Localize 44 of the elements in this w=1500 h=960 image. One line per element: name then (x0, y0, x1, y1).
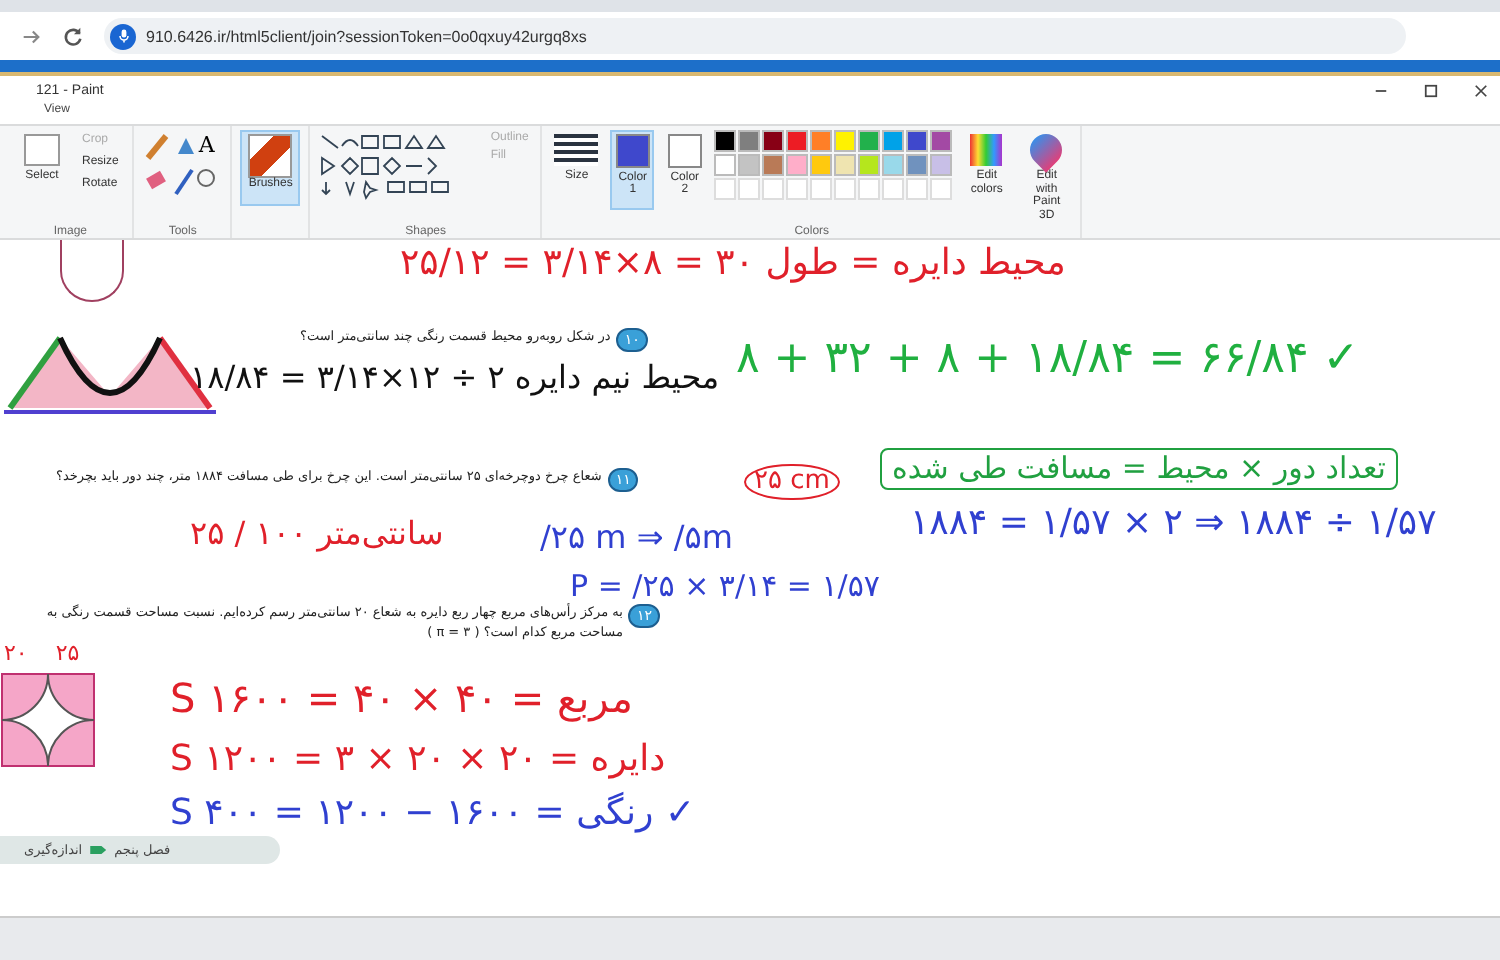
side-label: ۲۵ (55, 640, 80, 666)
palette-swatch[interactable] (906, 130, 929, 152)
square-arcs-drawing (0, 672, 96, 768)
microphone-icon[interactable] (110, 23, 136, 49)
handwritten-note: P = /۲۵ × ۳/۱۴ = ۱/۵۷ (570, 570, 880, 603)
handwritten-note: ۱۸۸۴ = ۱/۵۷ × ۲ ⇒ ۱۸۸۴ ÷ ۱/۵۷ (910, 504, 1437, 544)
palette-swatch[interactable] (810, 130, 833, 152)
palette-swatch[interactable] (834, 130, 857, 152)
handwritten-note: ۲۵ cm (744, 464, 840, 501)
palette-swatch[interactable] (858, 154, 881, 176)
maximize-icon[interactable] (1424, 83, 1438, 97)
palette-swatch[interactable] (930, 130, 953, 152)
palette-swatch[interactable] (714, 154, 737, 176)
handwritten-note: ۲۵ / ۱۰۰ سانتی‌متر (190, 516, 444, 552)
palette-swatch[interactable] (762, 154, 785, 176)
palette-swatch[interactable] (834, 154, 857, 176)
side-label: ۲۰ (4, 640, 28, 666)
handwritten-note: S مربع = ۴۰ × ۴۰ = ۱۶۰۰ (170, 676, 633, 720)
handwritten-note: محیط نیم دایره ۲ ÷ ۱۲×۳/۱۴ = ۱۸/۸۴ (190, 360, 720, 396)
palette-swatch[interactable] (882, 154, 905, 176)
palette-swatch[interactable] (762, 130, 785, 152)
text-tool[interactable]: A (198, 134, 215, 156)
palette-swatch[interactable] (906, 154, 929, 176)
palette-swatch[interactable] (858, 130, 881, 152)
palette-swatch[interactable] (786, 130, 809, 152)
handwritten-note: ۸ + ۳۲ + ۸ + ۱۸/۸۴ = ۶۶/۸۴ ✓ (736, 336, 1360, 385)
palette-swatch[interactable] (714, 130, 737, 152)
palette-swatch[interactable] (930, 154, 953, 176)
palette-swatch[interactable] (810, 154, 833, 176)
close-icon[interactable] (1474, 83, 1488, 97)
handwritten-note: S رنگی = ۱۶۰۰ − ۱۲۰۰ = ۴۰۰ ✓ (170, 794, 696, 834)
url-text: 910.6426.ir/html5client/join?sessionToken=0o0qxuy42urgq8xs (146, 27, 587, 45)
cylinder-drawing (60, 240, 124, 302)
address-bar[interactable]: 910.6426.ir/html5client/join?sessionToken=0o0qxuy42urgq8xs (104, 18, 1406, 54)
handwritten-note: محیط دایره = طول ۳۰ = ۸×۳/۱۴ = ۲۵/۱۲ (400, 244, 1066, 284)
palette-swatch[interactable] (738, 154, 761, 176)
handwritten-note: /۲۵ m ⇒ /۵m (540, 520, 733, 556)
palette-swatch[interactable] (738, 130, 761, 152)
palette-swatch[interactable] (882, 130, 905, 152)
palette-swatch[interactable] (786, 154, 809, 176)
handwritten-note: تعداد دور × محیط = مسافت طی شده (880, 448, 1398, 489)
forward-icon[interactable] (20, 25, 42, 47)
reload-icon[interactable] (62, 25, 84, 47)
handwritten-note: S دایره = ۲۰ × ۲۰ × ۳ = ۱۲۰۰ (170, 740, 666, 780)
